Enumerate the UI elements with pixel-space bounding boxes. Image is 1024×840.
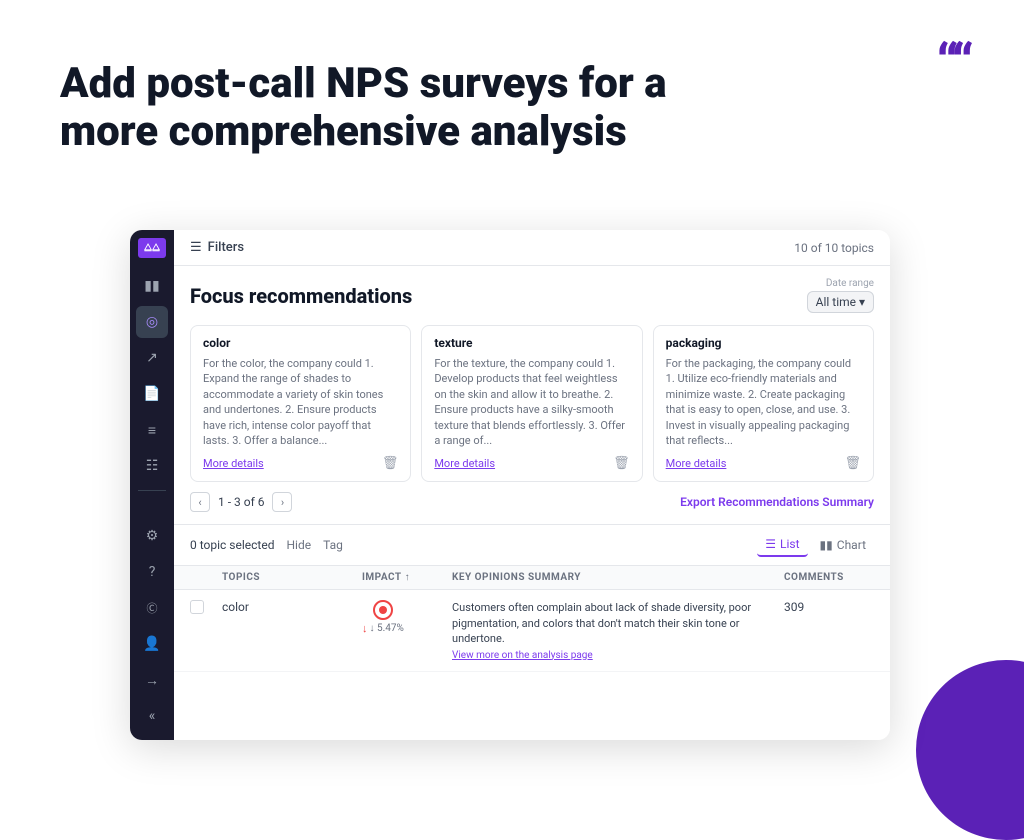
filters-label: Filters <box>208 240 244 255</box>
sidebar-icon-help[interactable]: ? <box>136 556 168 588</box>
sidebar-icon-user[interactable]: 👤 <box>136 628 168 660</box>
sidebar-bottom: ⚙ ? Ⓒ 👤 → « <box>136 520 168 732</box>
more-details-texture[interactable]: More details <box>434 457 495 470</box>
top-bar: ☰ Filters 10 of 10 topics <box>174 230 890 266</box>
list-view-button[interactable]: ☰ List <box>757 533 807 557</box>
sidebar-icon-collapse[interactable]: « <box>136 700 168 732</box>
chart-icon: ▮▮ <box>820 538 833 552</box>
topics-toolbar-left: 0 topic selected Hide Tag <box>190 538 343 552</box>
sidebar-icon-target[interactable]: ◎ <box>136 306 168 338</box>
table-header: TOPICS IMPACT↑ KEY OPINIONS SUMMARY COMM… <box>174 566 890 590</box>
export-button[interactable]: Export Recommendations Summary <box>680 495 874 509</box>
table-row: color ↓ ↓ 5.47% Customers often compl <box>174 590 890 671</box>
row-impact: ↓ ↓ 5.47% <box>362 600 452 635</box>
tag-button[interactable]: Tag <box>323 538 343 552</box>
pagination-controls: ‹ 1 - 3 of 6 › <box>190 492 292 512</box>
sidebar-icon-chart[interactable]: ▮▮ <box>136 270 168 302</box>
chart-view-button[interactable]: ▮▮ Chart <box>812 534 874 556</box>
next-page-button[interactable]: › <box>272 492 292 512</box>
card-text-packaging: For the packaging, the company could 1. … <box>666 356 861 448</box>
row-comments: 309 <box>784 600 874 614</box>
sidebar-icon-docs[interactable]: 📄 <box>136 378 168 410</box>
list-icon: ☰ <box>765 537 776 551</box>
row-topic-name: color <box>222 600 362 614</box>
impact-percentage: ↓ ↓ 5.47% <box>362 622 404 635</box>
sidebar-icon-list[interactable]: ≡ <box>136 414 168 446</box>
sidebar: ⧋⧋ ▮▮ ◎ ↗ 📄 ≡ ☷ ⚙ ? Ⓒ 👤 → « <box>130 230 174 740</box>
topics-section: 0 topic selected Hide Tag ☰ List ▮▮ Char… <box>174 525 890 740</box>
sidebar-icon-exit[interactable]: → <box>136 664 168 696</box>
card-title-texture: texture <box>434 336 629 350</box>
focus-section: Focus recommendations Date range All tim… <box>174 266 890 525</box>
app-window: ⧋⧋ ▮▮ ◎ ↗ 📄 ≡ ☷ ⚙ ? Ⓒ 👤 → « ☰ Filters 10… <box>130 230 890 740</box>
pagination-text: 1 - 3 of 6 <box>218 495 264 509</box>
table-header-impact[interactable]: IMPACT↑ <box>362 572 452 583</box>
hide-button[interactable]: Hide <box>286 538 311 552</box>
comments-count: 309 <box>784 600 804 614</box>
summary-text: Customers often complain about lack of s… <box>452 600 784 646</box>
card-title-packaging: packaging <box>666 336 861 350</box>
card-text-texture: For the texture, the company could 1. De… <box>434 356 629 448</box>
rec-card-packaging: packaging For the packaging, the company… <box>653 325 874 482</box>
filters-icon: ☰ <box>190 240 202 255</box>
trash-icon-texture[interactable]: 🗑 <box>613 456 630 471</box>
main-heading: Add post-call NPS surveys for a more com… <box>60 60 667 157</box>
topics-toolbar: 0 topic selected Hide Tag ☰ List ▮▮ Char… <box>174 525 890 566</box>
rec-card-color: color For the color, the company could 1… <box>190 325 411 482</box>
card-title-color: color <box>203 336 398 350</box>
row-summary: Customers often complain about lack of s… <box>452 600 784 660</box>
date-range-select[interactable]: All time ▾ <box>807 291 874 313</box>
more-details-packaging[interactable]: More details <box>666 457 727 470</box>
main-content: ☰ Filters 10 of 10 topics Focus recommen… <box>174 230 890 740</box>
table-header-summary: KEY OPINIONS SUMMARY <box>452 572 784 583</box>
more-details-color[interactable]: More details <box>203 457 264 470</box>
selected-count: 0 topic selected <box>190 538 274 552</box>
row-checkbox[interactable] <box>190 600 222 614</box>
sidebar-icon-copyright[interactable]: Ⓒ <box>136 592 168 624</box>
topics-toolbar-right: ☰ List ▮▮ Chart <box>757 533 874 557</box>
purple-circle-decoration <box>916 660 1024 840</box>
card-text-color: For the color, the company could 1. Expa… <box>203 356 398 448</box>
date-range-label: Date range <box>826 278 874 289</box>
table-header-comments: COMMENTS <box>784 572 874 583</box>
filters-button[interactable]: ☰ Filters <box>190 240 244 255</box>
date-range-control[interactable]: Date range All time ▾ <box>807 278 874 313</box>
table-header-topics: TOPICS <box>222 572 362 583</box>
cards-row: color For the color, the company could 1… <box>190 325 874 482</box>
table-header-checkbox <box>190 572 222 583</box>
view-more-link[interactable]: View more on the analysis page <box>452 650 593 661</box>
topics-count: 10 of 10 topics <box>794 241 874 255</box>
pagination-row: ‹ 1 - 3 of 6 › Export Recommendations Su… <box>190 492 874 512</box>
sidebar-icon-trends[interactable]: ↗ <box>136 342 168 374</box>
trash-icon-color[interactable]: 🗑 <box>382 456 399 471</box>
sidebar-logo[interactable]: ⧋⧋ <box>138 238 166 258</box>
sidebar-icon-grid[interactable]: ☷ <box>136 450 168 482</box>
prev-page-button[interactable]: ‹ <box>190 492 210 512</box>
trash-icon-packaging[interactable]: 🗑 <box>844 456 861 471</box>
sidebar-icon-settings[interactable]: ⚙ <box>136 520 168 552</box>
rec-card-texture: texture For the texture, the company cou… <box>421 325 642 482</box>
impact-indicator <box>373 600 393 620</box>
quote-decoration: ““ <box>937 38 969 90</box>
focus-title: Focus recommendations <box>190 284 412 308</box>
